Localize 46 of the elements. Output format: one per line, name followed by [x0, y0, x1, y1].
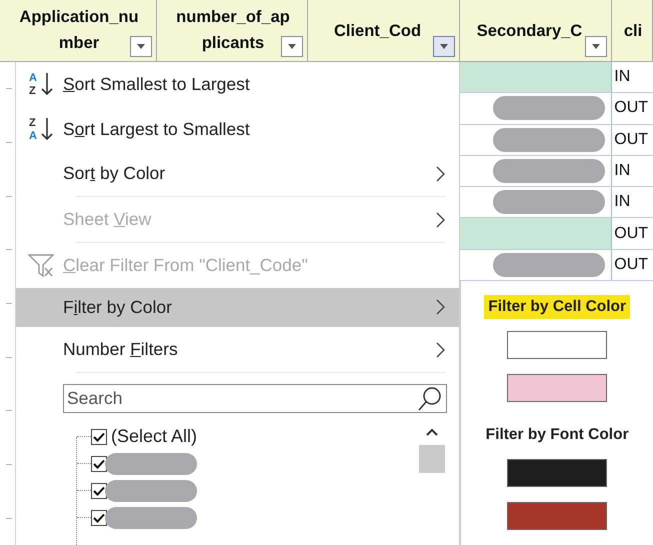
column-header: cli	[624, 20, 642, 42]
dropdown-arrow-icon	[136, 44, 146, 50]
menu-item[interactable]: Sort by Color	[16, 151, 460, 196]
dropdown-arrow-icon	[287, 44, 297, 50]
checkbox[interactable]	[90, 428, 107, 445]
checkbox[interactable]	[90, 456, 107, 472]
dropdown-arrow-icon	[591, 44, 601, 50]
chevron-right-icon	[436, 212, 446, 228]
column-header: mber	[58, 32, 100, 54]
search-icon	[417, 386, 444, 412]
table-cell-text: OUT	[613, 130, 650, 150]
color-swatch[interactable]	[507, 374, 608, 402]
dropdown-arrow-icon	[439, 44, 449, 50]
table-cell-text: IN	[613, 160, 632, 181]
table-cell-text: OUT	[613, 98, 650, 118]
table-cell-text: IN	[613, 67, 632, 88]
value-label: (Select All)	[110, 426, 198, 448]
table-cell-text: OUT	[613, 224, 650, 244]
filter-dropdown-button[interactable]	[130, 36, 152, 57]
checkbox[interactable]	[90, 482, 107, 499]
color-swatch[interactable]	[507, 502, 608, 530]
filter-dropdown-button[interactable]	[433, 36, 455, 57]
search-field[interactable]: Search	[62, 384, 448, 414]
menu-item[interactable]: A Z Sort Smallest to Largest	[16, 62, 460, 107]
chevron-up-icon	[425, 427, 440, 438]
column-header: plicants	[202, 32, 264, 54]
table-cell-text: OUT	[613, 254, 650, 275]
filter-dropdown-button[interactable]	[585, 36, 607, 57]
chevron-right-icon	[436, 299, 446, 316]
chevron-right-icon	[436, 166, 446, 182]
section-heading: Filter by Font Color	[484, 424, 630, 445]
table-cell-text: IN	[613, 192, 632, 212]
column-header: Secondary_C	[476, 20, 582, 42]
color-swatch[interactable]	[507, 458, 608, 487]
menu-item[interactable]: Number Filters	[16, 327, 460, 372]
menu-item[interactable]: Z A Sort Largest to Smallest	[16, 106, 460, 152]
column-header: number_of_ap	[176, 6, 290, 28]
filter-dropdown-button[interactable]	[281, 36, 303, 57]
column-header: Client_Cod	[334, 20, 422, 42]
clear-filter-icon	[26, 252, 55, 278]
column-header: Application_nu	[19, 6, 139, 28]
color-swatch[interactable]	[507, 330, 608, 359]
chevron-right-icon	[436, 342, 446, 358]
section-heading: Filter by Cell Color	[484, 294, 630, 319]
menu-item[interactable]: Filter by Color	[16, 288, 460, 328]
checkbox[interactable]	[90, 510, 107, 526]
